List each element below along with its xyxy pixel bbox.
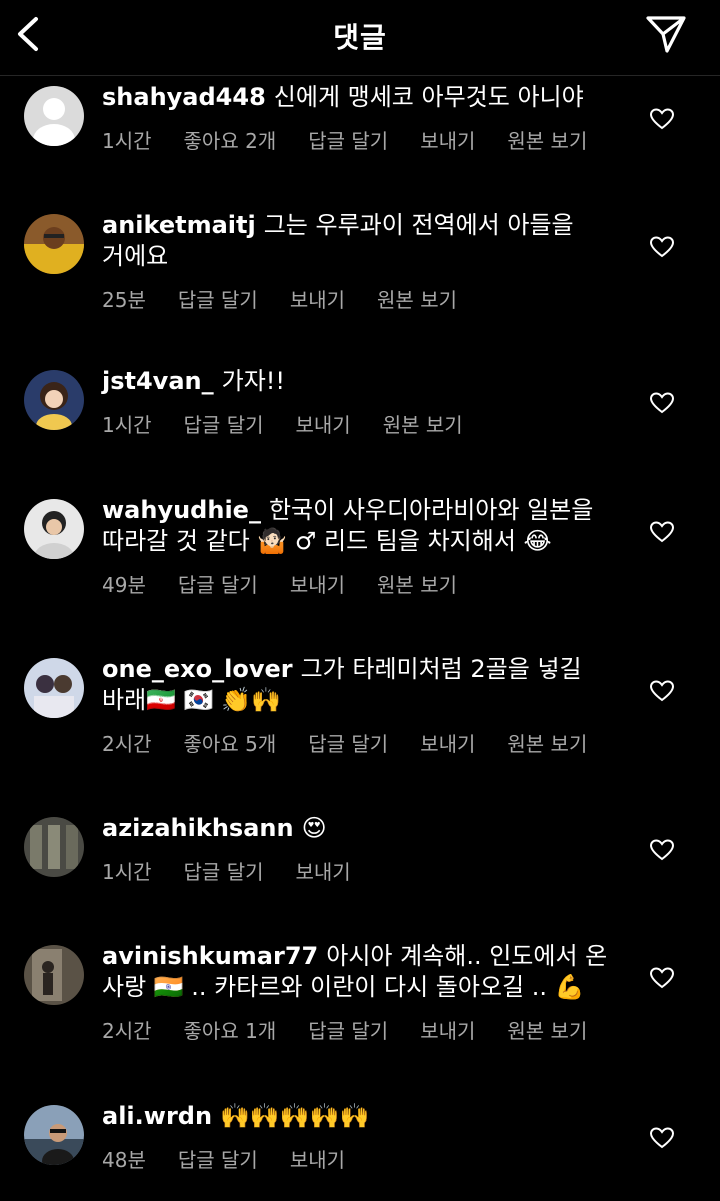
heart-icon[interactable]	[649, 1127, 675, 1149]
avatar[interactable]	[24, 945, 84, 1005]
reply-button[interactable]: 답글 달기	[184, 856, 264, 885]
comment-text: 🙌🙌🙌🙌🙌	[220, 1102, 370, 1130]
heart-icon[interactable]	[649, 967, 675, 989]
send-icon[interactable]	[645, 14, 687, 54]
comment-time: 1시간	[102, 413, 152, 437]
reply-button[interactable]: 답글 달기	[308, 728, 388, 757]
see-original-button[interactable]: 원본 보기	[377, 284, 457, 313]
see-original-button[interactable]: 원본 보기	[507, 1015, 587, 1044]
header: 댓글	[0, 0, 720, 76]
comment-time: 1시간	[102, 860, 152, 884]
comment-username[interactable]: ali.wrdn	[102, 1102, 212, 1130]
reply-button[interactable]: 답글 달기	[178, 569, 258, 598]
comment-time: 25분	[102, 288, 146, 312]
avatar[interactable]	[24, 86, 84, 146]
likes-count[interactable]: 좋아요 1개	[184, 1015, 277, 1044]
see-original-button[interactable]: 원본 보기	[507, 728, 587, 757]
avatar[interactable]	[24, 499, 84, 559]
avatar[interactable]	[24, 658, 84, 718]
comment-text: 신에게 맹세코 아무것도 아니야	[273, 83, 584, 111]
avatar[interactable]	[24, 1105, 84, 1165]
see-original-button[interactable]: 원본 보기	[507, 125, 587, 154]
reply-button[interactable]: 답글 달기	[178, 284, 258, 313]
comment-username[interactable]: one_exo_lover	[102, 655, 293, 683]
reply-button[interactable]: 답글 달기	[178, 1144, 258, 1173]
avatar[interactable]	[24, 214, 84, 274]
page-title: 댓글	[333, 21, 387, 54]
reply-button[interactable]: 답글 달기	[308, 1015, 388, 1044]
heart-icon[interactable]	[649, 521, 675, 543]
send-button[interactable]: 보내기	[296, 409, 351, 438]
comment-username[interactable]: avinishkumar77	[102, 942, 318, 970]
see-original-button[interactable]: 원본 보기	[377, 569, 457, 598]
reply-button[interactable]: 답글 달기	[308, 125, 388, 154]
avatar[interactable]	[24, 817, 84, 877]
send-button[interactable]: 보내기	[420, 1015, 475, 1044]
comment-username[interactable]: jst4van_	[102, 367, 214, 395]
comment-username[interactable]: azizahikhsann	[102, 814, 294, 842]
avatar[interactable]	[24, 370, 84, 430]
reply-button[interactable]: 답글 달기	[184, 409, 264, 438]
send-button[interactable]: 보내기	[420, 728, 475, 757]
comment-username[interactable]: shahyad448	[102, 83, 266, 111]
comment-time: 48분	[102, 1148, 146, 1172]
heart-icon[interactable]	[649, 839, 675, 861]
send-button[interactable]: 보내기	[290, 569, 345, 598]
comment-username[interactable]: wahyudhie_	[102, 496, 261, 524]
send-button[interactable]: 보내기	[290, 284, 345, 313]
send-button[interactable]: 보내기	[290, 1144, 345, 1173]
comment-text: 가자!!	[221, 367, 286, 395]
comment-username[interactable]: aniketmaitj	[102, 211, 256, 239]
heart-icon[interactable]	[649, 392, 675, 414]
heart-icon[interactable]	[649, 236, 675, 258]
likes-count[interactable]: 좋아요 5개	[184, 728, 277, 757]
comment-time: 1시간	[102, 129, 152, 153]
heart-icon[interactable]	[649, 680, 675, 702]
see-original-button[interactable]: 원본 보기	[383, 409, 463, 438]
comment-time: 2시간	[102, 732, 152, 756]
comment-time: 2시간	[102, 1019, 152, 1043]
comment-text: 😍	[301, 814, 327, 842]
send-button[interactable]: 보내기	[296, 856, 351, 885]
likes-count[interactable]: 좋아요 2개	[184, 125, 277, 154]
heart-icon[interactable]	[649, 108, 675, 130]
comment-time: 49분	[102, 573, 146, 597]
send-button[interactable]: 보내기	[420, 125, 475, 154]
